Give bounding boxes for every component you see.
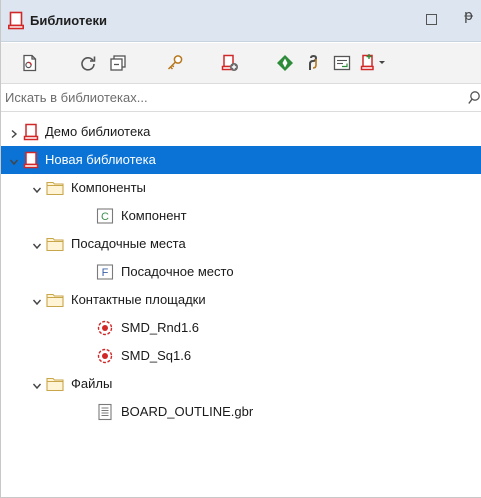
- folder-icon: [46, 375, 64, 393]
- properties-icon: [333, 55, 351, 71]
- navigate-icon: [277, 55, 293, 71]
- tree-item-file[interactable]: BOARD_OUTLINE.gbr: [0, 398, 481, 426]
- chevron-down-icon[interactable]: [32, 239, 42, 250]
- panel-border-left: [0, 0, 1, 498]
- folder-icon: [46, 235, 64, 253]
- tree-item-label: Демо библиотека: [45, 124, 151, 139]
- toolbar: [0, 43, 481, 83]
- tree-item-label: Новая библиотека: [45, 152, 156, 167]
- tree-item-label: Файлы: [71, 376, 113, 391]
- tree-item-components-folder[interactable]: Компоненты: [0, 174, 481, 202]
- tree-item-label: SMD_Rnd1.6: [121, 320, 200, 335]
- chevron-down-icon[interactable]: [32, 295, 42, 306]
- tree-item-pad-square[interactable]: SMD_Sq1.6: [0, 342, 481, 370]
- tree-item-component[interactable]: C Компонент: [0, 202, 481, 230]
- panel-titlebar: Библиотеки ᵽ: [0, 0, 481, 42]
- tree-item-footprints-folder[interactable]: Посадочные места: [0, 230, 481, 258]
- chevron-down-icon[interactable]: [32, 379, 42, 390]
- tree-item-demo-library[interactable]: Демо библиотека: [0, 118, 481, 146]
- footprint-icon: F: [96, 263, 114, 281]
- folder-icon: [46, 179, 64, 197]
- refresh-icon: [81, 56, 96, 71]
- add-library-button[interactable]: [219, 52, 241, 74]
- library-icon: [22, 123, 40, 141]
- svg-text:F: F: [102, 267, 109, 279]
- tree-item-label: Контактные площадки: [71, 292, 206, 307]
- collapse-all-button[interactable]: [107, 52, 129, 74]
- open-library-button[interactable]: [19, 52, 41, 74]
- key-icon: [167, 55, 183, 70]
- panel-title: Библиотеки: [30, 13, 108, 28]
- pin-icon[interactable]: ᵽ: [464, 8, 473, 24]
- library-dropdown-icon: [360, 54, 385, 71]
- pad-icon: [96, 319, 114, 337]
- libraries-panel: Библиотеки ᵽ Искать в библиотеках... Дем…: [0, 0, 481, 498]
- tree-item-label: Компонент: [121, 208, 187, 223]
- tree-item-pads-folder[interactable]: Контактные площадки: [0, 286, 481, 314]
- library-icon: [8, 11, 24, 30]
- collapse-icon: [110, 55, 126, 71]
- link-icon: [309, 54, 318, 70]
- chevron-down-icon[interactable]: [32, 183, 42, 194]
- refresh-button[interactable]: [77, 52, 99, 74]
- link-button[interactable]: [302, 52, 324, 74]
- folder-icon: [46, 291, 64, 309]
- tree-item-files-folder[interactable]: Файлы: [0, 370, 481, 398]
- search-box: [0, 83, 481, 112]
- tree-item-label: Посадочное место: [121, 264, 234, 279]
- tree-item-footprint[interactable]: F Посадочное место: [0, 258, 481, 286]
- chevron-right-icon[interactable]: [9, 127, 19, 139]
- add-library-icon: [221, 54, 238, 71]
- navigate-button[interactable]: [274, 52, 296, 74]
- tree-item-pad-round[interactable]: SMD_Rnd1.6: [0, 314, 481, 342]
- chevron-down-icon[interactable]: [9, 155, 19, 166]
- tree-item-label: Компоненты: [71, 180, 146, 195]
- file-icon: [96, 403, 114, 421]
- component-icon: C: [96, 207, 114, 225]
- properties-button[interactable]: [331, 52, 353, 74]
- svg-text:C: C: [101, 211, 109, 223]
- open-document-icon: [23, 54, 37, 72]
- tree-item-label: BOARD_OUTLINE.gbr: [121, 404, 254, 419]
- search-icon[interactable]: [468, 90, 480, 109]
- tree-item-label: SMD_Sq1.6: [121, 348, 192, 363]
- tree-item-label: Посадочные места: [71, 236, 186, 251]
- maximize-button[interactable]: [426, 14, 437, 25]
- tree-item-new-library[interactable]: Новая библиотека: [0, 146, 481, 174]
- library-icon: [22, 151, 40, 169]
- library-tree[interactable]: Демо библиотека Новая библиотека Компоне…: [0, 118, 481, 478]
- key-button[interactable]: [164, 52, 186, 74]
- search-input[interactable]: [0, 84, 460, 111]
- pad-icon: [96, 347, 114, 365]
- library-menu-button[interactable]: [360, 52, 388, 74]
